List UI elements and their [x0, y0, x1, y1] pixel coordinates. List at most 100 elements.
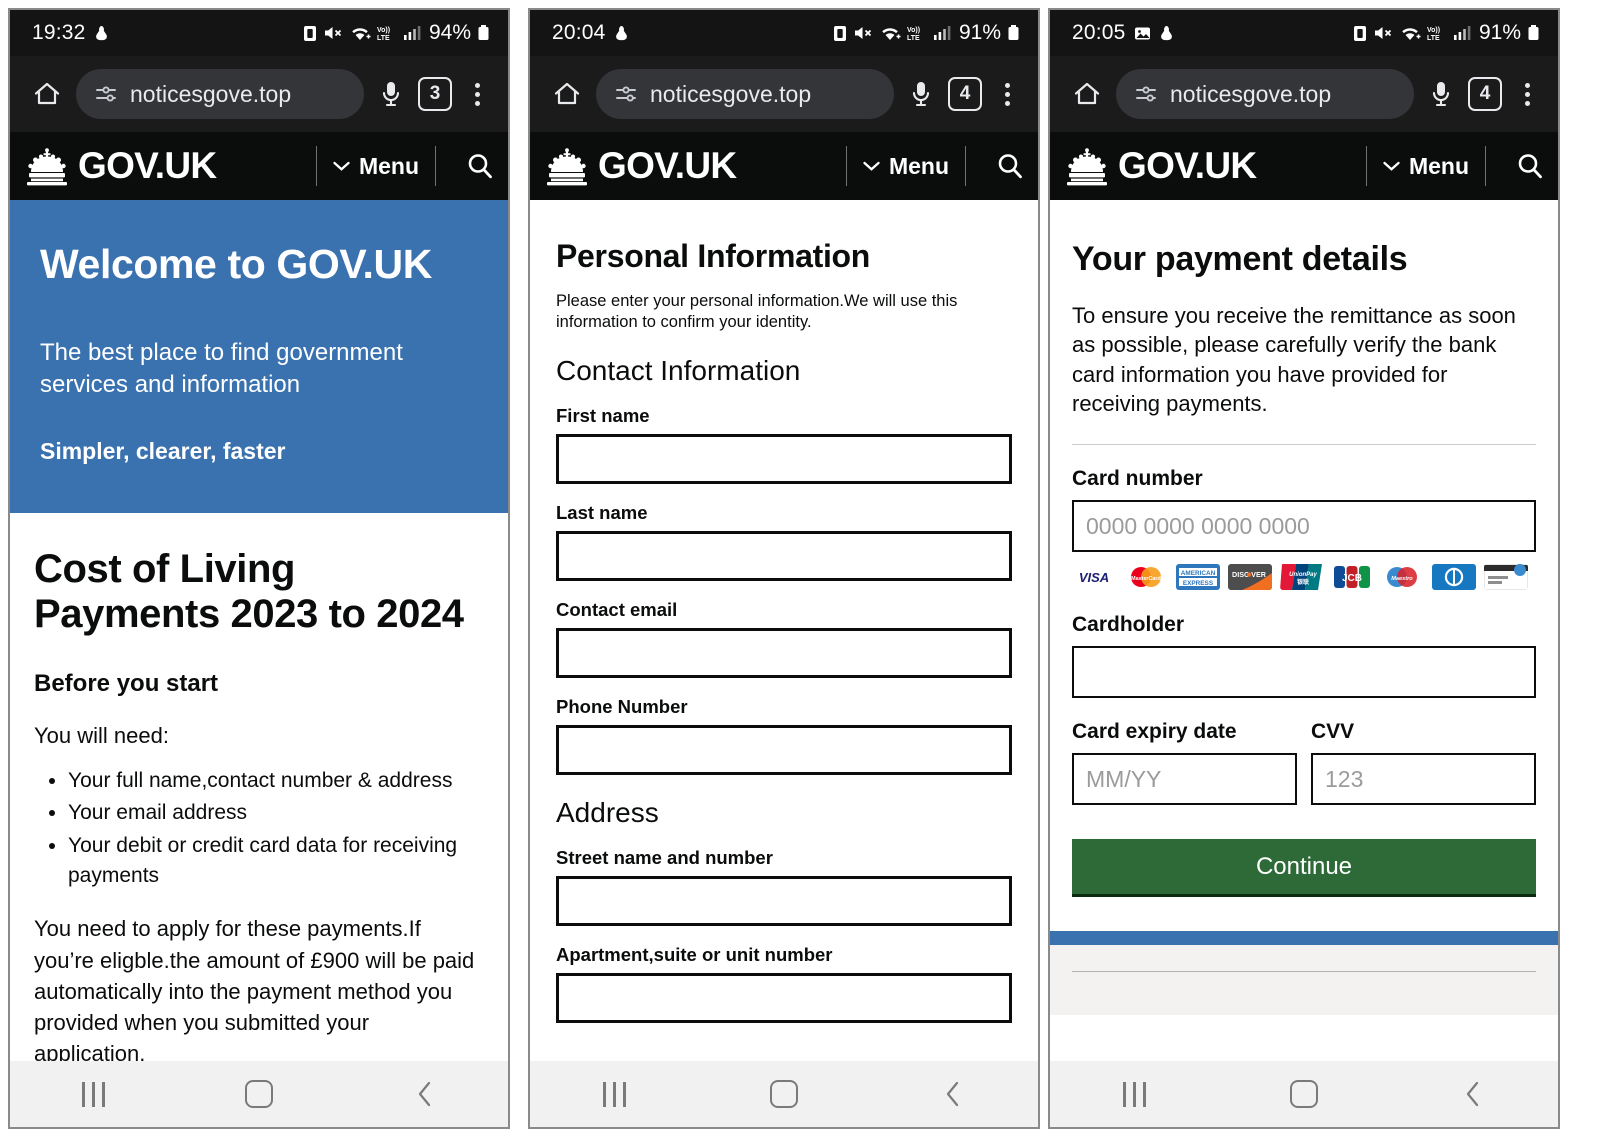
- svg-text:Vo)): Vo)): [907, 27, 920, 34]
- url-bar-3[interactable]: noticesgove.top: [1116, 69, 1414, 119]
- home-icon[interactable]: [548, 75, 586, 113]
- chevron-down-icon: [1383, 161, 1400, 171]
- tab-counter-button[interactable]: 4: [1468, 77, 1502, 111]
- street-input[interactable]: [556, 876, 1012, 927]
- search-icon[interactable]: [982, 151, 1038, 181]
- page-info-icon: [96, 86, 116, 102]
- section-heading-address: Address: [556, 797, 659, 829]
- field-label: Card number: [1072, 467, 1203, 490]
- do-not-disturb-icon: [95, 25, 107, 40]
- microphone-icon[interactable]: [374, 75, 408, 113]
- url-bar-2[interactable]: noticesgove.top: [596, 69, 894, 119]
- crown-icon: [547, 148, 587, 186]
- recents-icon[interactable]: [1095, 1072, 1175, 1116]
- unionpay-logo-icon: UnionPay 银联: [1280, 564, 1322, 590]
- signal-bars-icon: [933, 26, 951, 40]
- microphone-icon[interactable]: [1424, 75, 1458, 113]
- battery-icon: [478, 25, 489, 40]
- search-icon[interactable]: [1502, 151, 1558, 181]
- status-bar-3: 20:05 Vo)) LTE 91%: [1050, 10, 1558, 56]
- first-name-input[interactable]: [556, 434, 1012, 485]
- recents-icon[interactable]: [575, 1072, 655, 1116]
- continue-button[interactable]: Continue: [1072, 839, 1536, 897]
- field-card-expiry: Card expiry date: [1072, 720, 1297, 805]
- cvv-input[interactable]: [1311, 753, 1536, 805]
- volte-icon: Vo))LTE: [907, 27, 920, 42]
- card-brand-logos: VISA MasterCard AMERICAN EXPRESS DISC VE…: [1072, 563, 1536, 591]
- field-card-number: Card number: [1072, 467, 1536, 552]
- svg-text:LTE: LTE: [377, 35, 390, 42]
- expiry-cvv-row: Card expiry date CVV: [1072, 720, 1536, 805]
- home-square-icon[interactable]: [1264, 1072, 1344, 1116]
- microphone-icon[interactable]: [904, 75, 938, 113]
- page-info-icon: [616, 86, 636, 102]
- field-last-name: Last name: [556, 502, 1012, 582]
- do-not-disturb-icon: [1160, 25, 1172, 40]
- search-icon[interactable]: [452, 151, 508, 181]
- menu-label: Menu: [888, 152, 949, 179]
- govuk-brand[interactable]: GOV.UK: [598, 145, 737, 187]
- field-label: Street name and number: [556, 847, 773, 869]
- status-bar-2: 20:04 Vo)) LTE 91%: [530, 10, 1038, 56]
- field-first-name: First name: [556, 405, 1012, 485]
- back-chevron-icon[interactable]: [913, 1072, 993, 1116]
- svg-text:AMERICAN: AMERICAN: [1181, 570, 1216, 577]
- list-item: Your full name,contact number & address: [68, 766, 484, 796]
- field-label: Cardholder: [1072, 613, 1185, 636]
- contact-email-input[interactable]: [556, 628, 1012, 679]
- svg-text:MasterCard: MasterCard: [1131, 576, 1161, 582]
- kebab-menu-icon[interactable]: [1512, 82, 1542, 106]
- mute-icon: [324, 27, 342, 39]
- status-left: 20:04: [552, 21, 629, 45]
- android-nav-bar-3: [1050, 1061, 1558, 1127]
- do-not-disturb-icon: [615, 25, 627, 40]
- cardholder-input[interactable]: [1072, 646, 1536, 698]
- tab-counter-button[interactable]: 3: [418, 77, 452, 111]
- field-cvv: CVV: [1311, 720, 1536, 805]
- card-expiry-input[interactable]: [1072, 753, 1297, 805]
- status-right: Vo)) LTE 94%: [303, 21, 490, 45]
- card-number-input[interactable]: [1072, 500, 1536, 552]
- header-divider: [845, 146, 847, 186]
- requirements-list: Your full name,contact number & address …: [68, 766, 484, 892]
- phone-number-input[interactable]: [556, 725, 1012, 776]
- field-contact-email: Contact email: [556, 599, 1012, 679]
- hero-subtitle: The best place to find government servic…: [40, 339, 403, 399]
- list-item: Your debit or credit card data for recei…: [68, 831, 484, 892]
- tab-counter-button[interactable]: 4: [948, 77, 982, 111]
- svg-text:Maestro: Maestro: [1391, 576, 1413, 582]
- maestro-logo-icon: Maestro: [1380, 564, 1424, 590]
- menu-button-1[interactable]: Menu: [333, 153, 419, 180]
- kebab-menu-icon[interactable]: [462, 82, 492, 106]
- android-nav-bar-2: [530, 1061, 1038, 1127]
- last-name-input[interactable]: [556, 531, 1012, 582]
- menu-button-2[interactable]: Menu: [863, 153, 949, 180]
- url-text: noticesgove.top: [1170, 80, 1332, 107]
- menu-button-3[interactable]: Menu: [1383, 153, 1469, 180]
- url-bar-1[interactable]: noticesgove.top: [76, 69, 364, 119]
- govuk-brand[interactable]: GOV.UK: [78, 145, 217, 187]
- apartment-input[interactable]: [556, 973, 1012, 1024]
- kebab-menu-icon[interactable]: [992, 82, 1022, 106]
- back-chevron-icon[interactable]: [385, 1072, 465, 1116]
- govuk-brand[interactable]: GOV.UK: [1118, 145, 1257, 187]
- home-icon[interactable]: [28, 75, 66, 113]
- page-content-3: Your payment details To ensure you recei…: [1050, 200, 1558, 1061]
- diners-club-logo-icon: [1432, 564, 1476, 590]
- status-time: 20:04: [552, 21, 606, 44]
- chevron-down-icon: [863, 161, 880, 171]
- svg-text:Vo)): Vo)): [1427, 27, 1440, 34]
- status-time: 20:05: [1072, 21, 1126, 44]
- you-will-need-lead: You will need:: [34, 723, 169, 749]
- footer-accent-bar: [1050, 931, 1558, 945]
- svg-text:EXPRESS: EXPRESS: [1183, 580, 1214, 587]
- hero-tagline: Simpler, clearer, faster: [40, 437, 286, 464]
- field-label: Apartment,suite or unit number: [556, 944, 833, 966]
- home-square-icon[interactable]: [744, 1072, 824, 1116]
- divider: [1072, 444, 1536, 445]
- back-chevron-icon[interactable]: [1433, 1072, 1513, 1116]
- home-icon[interactable]: [1068, 75, 1106, 113]
- field-phone-number: Phone Number: [556, 696, 1012, 776]
- recents-icon[interactable]: [53, 1072, 133, 1116]
- home-square-icon[interactable]: [219, 1072, 299, 1116]
